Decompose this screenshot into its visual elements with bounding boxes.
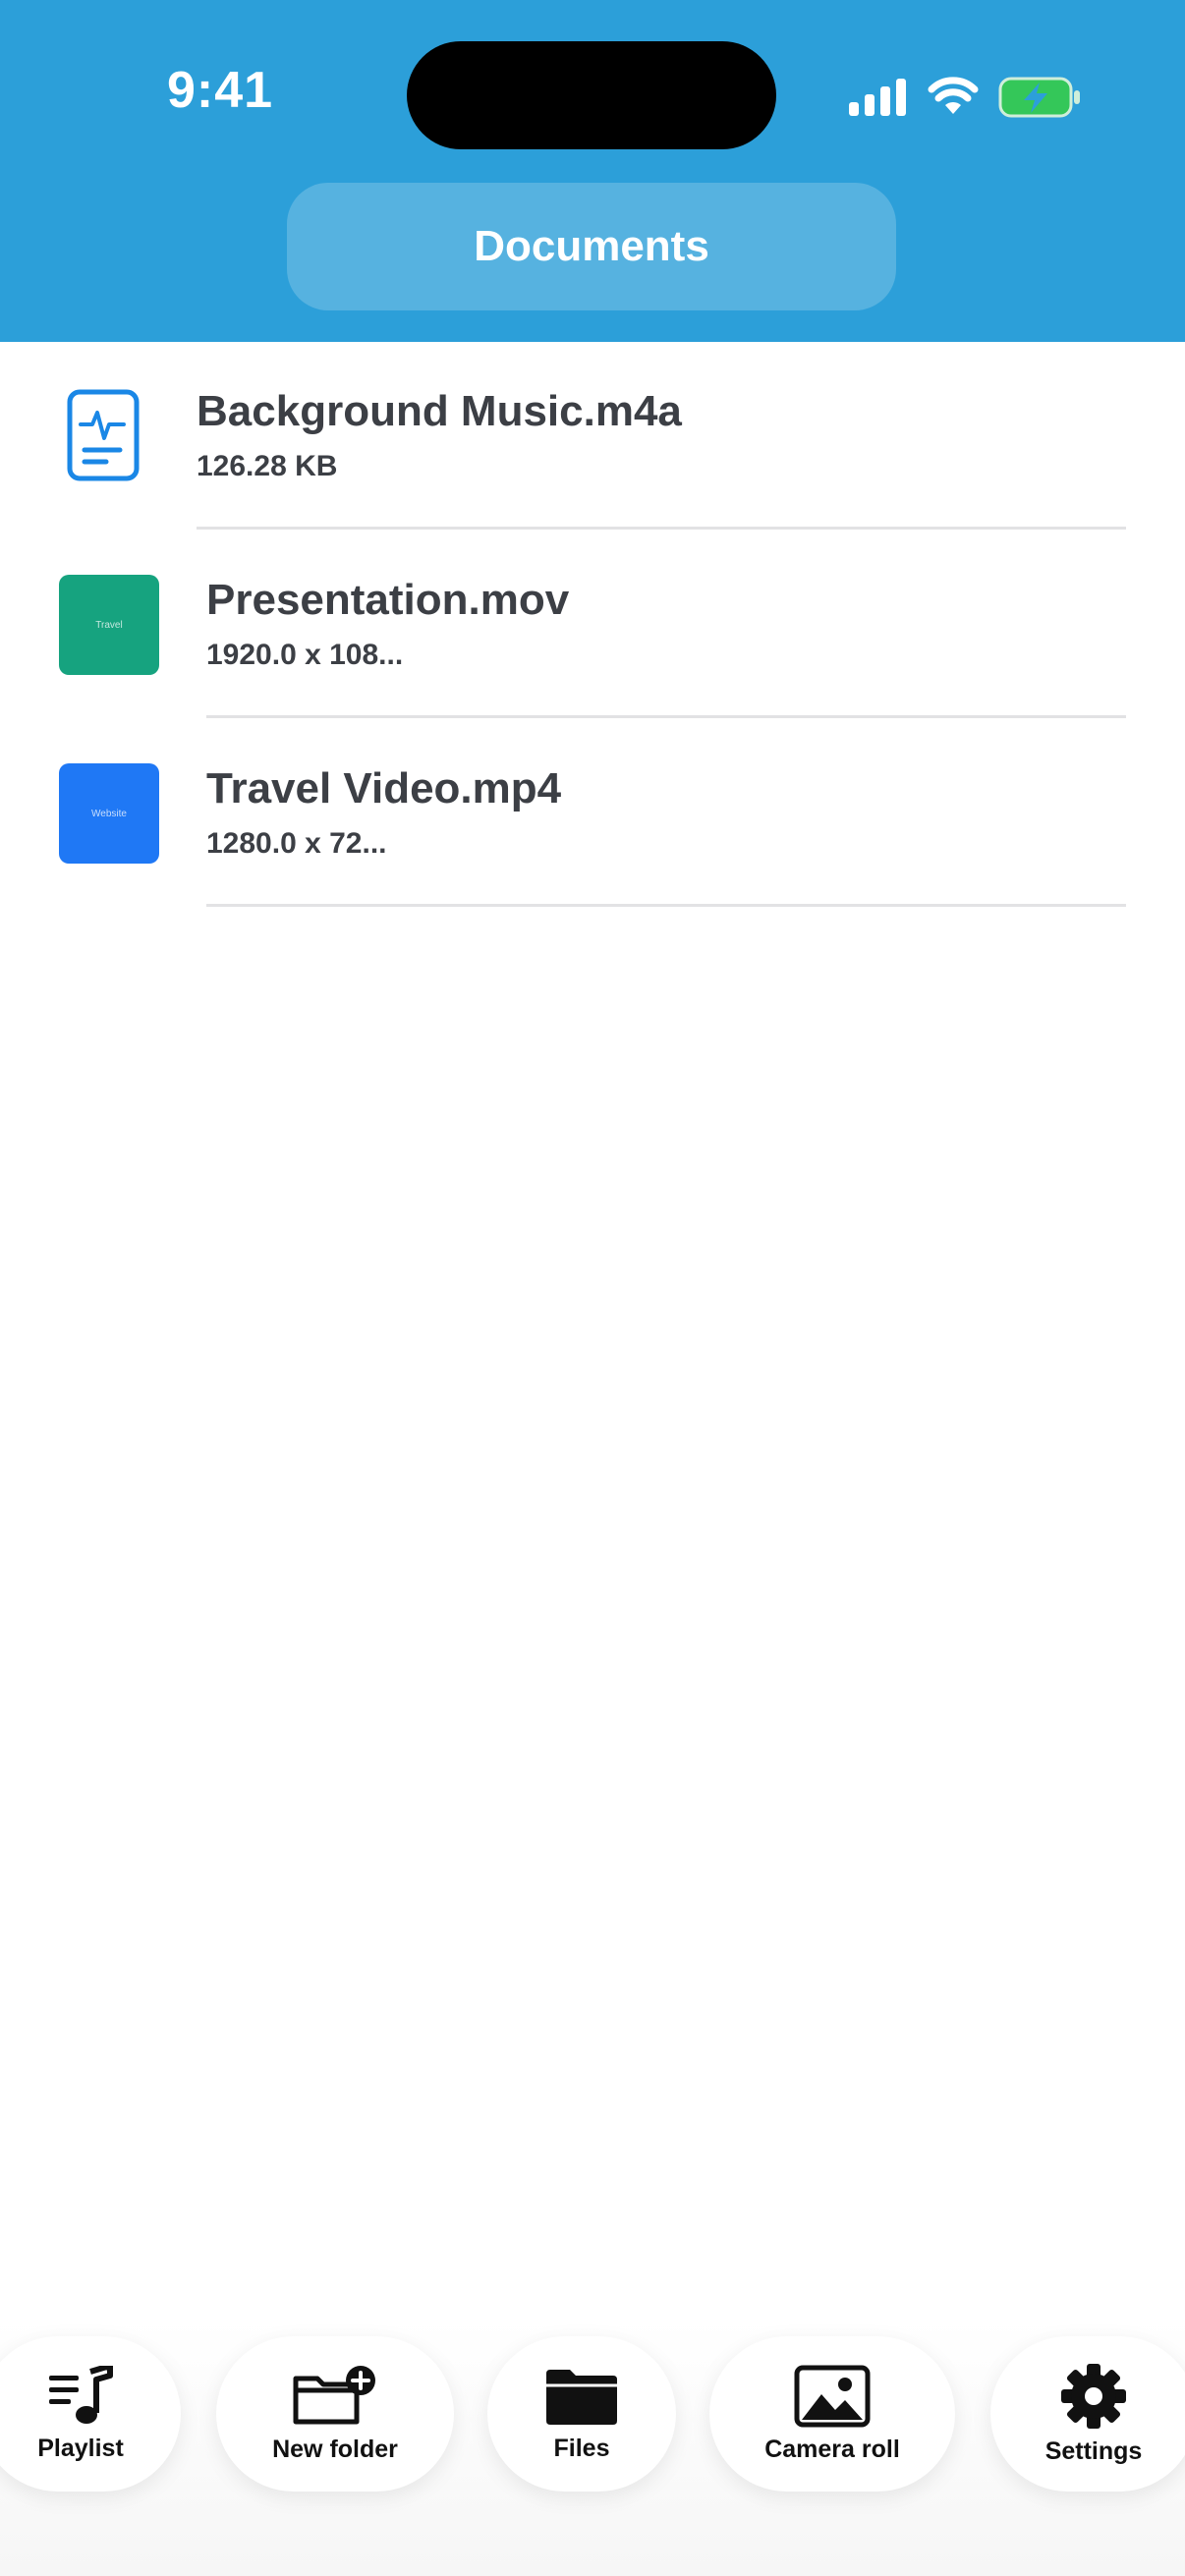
folder-icon (546, 2369, 617, 2425)
file-row-presentation[interactable]: Travel Presentation.mov 1920.0 x 108... (0, 531, 1185, 719)
header: 9:41 Documents (0, 0, 1185, 342)
tab-new-folder[interactable]: New folder (216, 2336, 454, 2492)
tab-label: Files (553, 2434, 610, 2462)
battery-charging-icon (998, 77, 1080, 118)
tab-playlist[interactable]: Playlist (0, 2336, 181, 2492)
tab-label: Playlist (37, 2434, 124, 2462)
tab-settings[interactable]: Settings (990, 2336, 1185, 2492)
bottom-toolbar: Playlist New folder Files Camera roll Se… (0, 2319, 1185, 2576)
tab-label: New folder (272, 2435, 398, 2463)
tab-files[interactable]: Files (487, 2336, 676, 2492)
audio-document-icon (67, 389, 140, 481)
file-name: Travel Video.mp4 (206, 764, 562, 812)
tab-label: Settings (1044, 2436, 1143, 2465)
cellular-signal-icon (849, 79, 906, 116)
tab-label: Camera roll (764, 2435, 900, 2463)
thumbnail-caption: Travel (95, 619, 123, 631)
file-row-travel-video[interactable]: Website Travel Video.mp4 1280.0 x 72... (0, 719, 1185, 908)
file-meta: 126.28 KB (197, 450, 338, 482)
gear-icon (1061, 2363, 1126, 2429)
thumbnail-caption: Website (91, 808, 127, 819)
photo-icon (794, 2365, 871, 2427)
video-thumbnail: Website (59, 763, 159, 864)
playlist-icon (49, 2365, 113, 2424)
file-meta: 1280.0 x 72... (206, 827, 387, 860)
file-name: Background Music.m4a (197, 387, 682, 435)
row-divider (206, 904, 1126, 907)
row-divider (206, 715, 1126, 718)
row-divider (197, 527, 1126, 530)
folder-title-button[interactable]: Documents (287, 183, 896, 310)
page-title: Documents (474, 222, 709, 270)
file-row-background-music[interactable]: Background Music.m4a 126.28 KB (0, 342, 1185, 531)
wifi-icon (928, 77, 979, 114)
status-time: 9:41 (167, 62, 274, 119)
new-folder-icon (293, 2365, 375, 2424)
video-thumbnail: Travel (59, 575, 159, 675)
file-meta: 1920.0 x 108... (206, 639, 404, 671)
dynamic-island (407, 41, 776, 149)
file-name: Presentation.mov (206, 576, 570, 624)
tab-camera-roll[interactable]: Camera roll (709, 2336, 955, 2492)
